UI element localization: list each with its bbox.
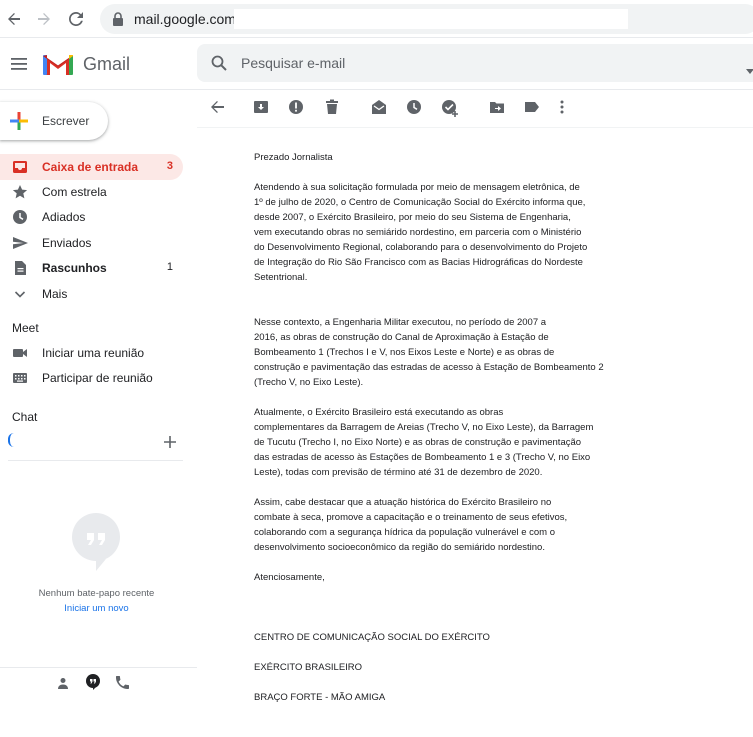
search-box[interactable]: Pesquisar e-mail bbox=[197, 44, 753, 82]
person-icon[interactable] bbox=[57, 676, 69, 694]
unread-count: 3 bbox=[166, 160, 173, 172]
inbox-icon bbox=[12, 159, 28, 175]
star-icon bbox=[12, 184, 28, 200]
text-line: vem executando obras no semiárido nordes… bbox=[254, 227, 582, 238]
move-to-icon[interactable] bbox=[489, 99, 507, 117]
text-line: Leste), todas com previsão de término at… bbox=[254, 467, 543, 478]
sidebar-item-more[interactable]: Mais bbox=[0, 281, 183, 307]
gmail-header: Gmail Pesquisar e-mail bbox=[0, 38, 753, 90]
back-arrow-icon[interactable] bbox=[4, 9, 24, 29]
phone-icon[interactable] bbox=[115, 676, 129, 694]
text-line: (Trecho V, no Eixo Leste). bbox=[254, 377, 364, 388]
delete-icon[interactable] bbox=[324, 99, 342, 117]
text-line: Atualmente, o Exército Brasileiro está e… bbox=[254, 407, 504, 418]
text-line: de Integração do Rio São Francisco com a… bbox=[254, 257, 583, 268]
sidebar-item-label: Caixa de entrada bbox=[42, 160, 139, 174]
sidebar-bottom-bar bbox=[0, 667, 197, 697]
chat-bubble-icon bbox=[72, 513, 120, 571]
chat-empty-text: Nenhum bate-papo recente bbox=[38, 588, 155, 599]
text-line: de Tucutu (Trecho I, no Eixo Norte) e as… bbox=[254, 437, 582, 448]
draft-count: 1 bbox=[166, 261, 173, 273]
text-line: do Desenvolvimento Regional, colaborando… bbox=[254, 242, 588, 253]
label-icon[interactable] bbox=[524, 99, 542, 117]
sidebar-item-label: Mais bbox=[42, 287, 68, 301]
compose-button[interactable]: Escrever bbox=[0, 102, 108, 140]
add-task-icon[interactable] bbox=[441, 99, 459, 117]
message-toolbar bbox=[197, 90, 753, 128]
text-line: desenvolvimento socioeconômico da região… bbox=[254, 542, 545, 553]
text-line: 2016, as obras de construção do Canal de… bbox=[254, 332, 549, 343]
signature-line: EXÉRCITO BRASILEIRO bbox=[254, 662, 363, 673]
search-options-icon[interactable] bbox=[746, 61, 753, 79]
text-line: Assim, cabe destacar que a atuação histó… bbox=[254, 497, 552, 508]
paragraph-2: Nesse contexto, a Engenharia Militar exe… bbox=[254, 300, 644, 390]
chat-avatar[interactable] bbox=[8, 433, 14, 447]
text-line: desde 2007, o Exército Brasileiro, por m… bbox=[254, 212, 571, 223]
more-icon[interactable] bbox=[559, 99, 577, 117]
text-line: combate à seca, promove a capacitação e … bbox=[254, 512, 568, 523]
signature-line: BRAÇO FORTE - MÃO AMIGA bbox=[254, 692, 386, 703]
send-icon bbox=[12, 235, 28, 251]
meet-item-label: Iniciar uma reunião bbox=[42, 346, 145, 360]
reload-icon[interactable] bbox=[66, 9, 86, 29]
lock-icon bbox=[112, 12, 124, 31]
sidebar-item-inbox[interactable]: Caixa de entrada 3 bbox=[0, 154, 183, 180]
sidebar-item-starred[interactable]: Com estrela bbox=[0, 179, 183, 205]
video-icon bbox=[12, 345, 28, 361]
meet-join-meeting[interactable]: Participar de reunião bbox=[0, 365, 183, 391]
text-line: Nesse contexto, a Engenharia Militar exe… bbox=[254, 317, 547, 328]
divider bbox=[8, 460, 183, 461]
meet-section-title: Meet bbox=[12, 321, 39, 335]
message-body: Prezado Jornalista Atendendo à sua solic… bbox=[254, 150, 644, 720]
add-chat-icon[interactable] bbox=[164, 435, 176, 453]
sidebar-item-snoozed[interactable]: Adiados bbox=[0, 204, 183, 230]
meet-new-meeting[interactable]: Iniciar uma reunião bbox=[0, 340, 183, 366]
sidebar-item-drafts[interactable]: Rascunhos 1 bbox=[0, 255, 183, 281]
text-line: 1º de julho de 2020, o Centro de Comunic… bbox=[254, 197, 586, 208]
text-line: complementares da Barragem de Areias (Tr… bbox=[254, 422, 594, 433]
search-icon[interactable] bbox=[211, 55, 227, 76]
back-icon[interactable] bbox=[209, 99, 227, 117]
archive-icon[interactable] bbox=[253, 99, 271, 117]
text-line: Bombeamento 1 (Trechos I e V, nos Eixos … bbox=[254, 347, 555, 358]
main-menu-icon[interactable] bbox=[11, 57, 27, 75]
paragraph-1: Atendendo à sua solicitação formulada po… bbox=[254, 180, 644, 285]
text-line: colaborando com a segurança hídrica da p… bbox=[254, 527, 556, 538]
forward-arrow-icon[interactable] bbox=[34, 9, 54, 29]
sidebar-item-label: Com estrela bbox=[42, 185, 107, 199]
draft-icon bbox=[12, 260, 28, 276]
signature-line: CENTRO DE COMUNICAÇÃO SOCIAL DO EXÉRCITO bbox=[254, 632, 490, 643]
plus-icon bbox=[10, 112, 28, 135]
compose-label: Escrever bbox=[42, 114, 90, 128]
sidebar-item-label: Enviados bbox=[42, 236, 92, 250]
keyboard-icon bbox=[12, 370, 28, 386]
report-spam-icon[interactable] bbox=[288, 99, 306, 117]
clock-icon bbox=[12, 209, 28, 225]
browser-toolbar: mail.google.com bbox=[0, 0, 753, 38]
text-line: construção e pavimentação das estradas d… bbox=[254, 362, 604, 373]
address-bar[interactable]: mail.google.com bbox=[100, 4, 753, 34]
paragraph-4: Assim, cabe destacar que a atuação histó… bbox=[254, 495, 644, 555]
sidebar-item-sent[interactable]: Enviados bbox=[0, 230, 183, 256]
paragraph-3: Atualmente, o Exército Brasileiro está e… bbox=[254, 405, 644, 480]
search-input[interactable]: Pesquisar e-mail bbox=[241, 55, 345, 71]
start-chat-link[interactable]: Iniciar um novo bbox=[0, 603, 193, 614]
chat-section-title: Chat bbox=[12, 410, 38, 424]
app-name: Gmail bbox=[83, 54, 131, 74]
sidebar-item-label: Adiados bbox=[42, 210, 86, 224]
url-redaction bbox=[234, 9, 628, 29]
snooze-icon[interactable] bbox=[406, 99, 424, 117]
mark-unread-icon[interactable] bbox=[371, 99, 389, 117]
meet-item-label: Participar de reunião bbox=[42, 371, 153, 385]
text-line: Setentrional. bbox=[254, 272, 308, 283]
gmail-logo-icon[interactable] bbox=[43, 53, 73, 80]
closing: Atenciosamente, bbox=[254, 572, 325, 583]
greeting: Prezado Jornalista bbox=[254, 152, 333, 163]
text-line: das estradas de acesso às Estações de Bo… bbox=[254, 452, 591, 463]
hangouts-icon[interactable] bbox=[85, 674, 101, 695]
chevron-down-icon bbox=[12, 286, 28, 302]
text-line: Atendendo à sua solicitação formulada po… bbox=[254, 182, 580, 193]
sidebar-item-label: Rascunhos bbox=[42, 261, 107, 275]
url-text: mail.google.com bbox=[134, 11, 236, 27]
